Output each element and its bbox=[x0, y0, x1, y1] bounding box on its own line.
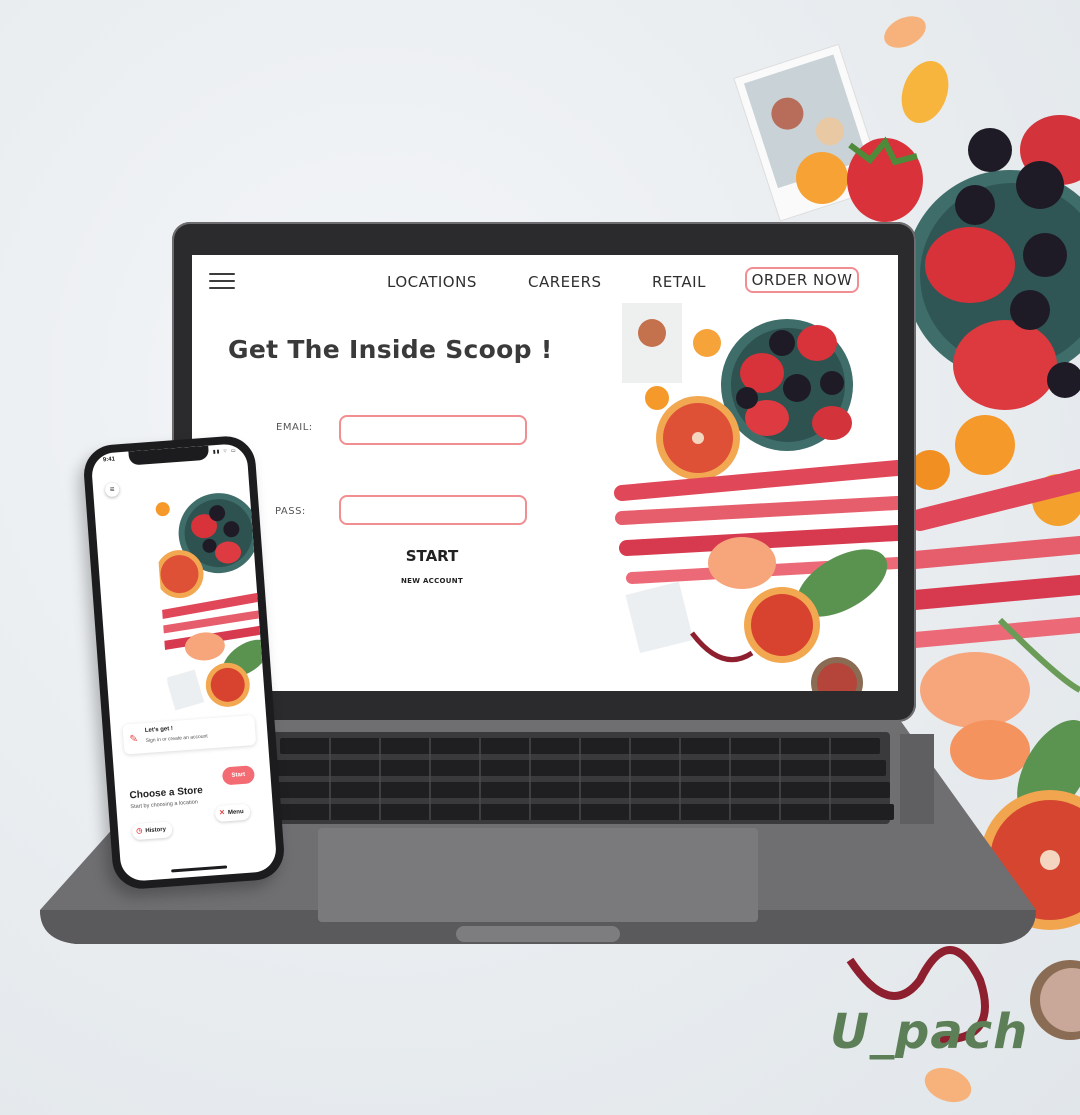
menu-button[interactable]: ✕ Menu bbox=[214, 803, 251, 823]
history-button[interactable]: ◷ History bbox=[131, 821, 173, 841]
start-button[interactable]: START bbox=[382, 547, 482, 565]
history-label: History bbox=[145, 826, 167, 835]
utensils-icon: ✕ bbox=[218, 809, 226, 817]
clock-icon: ◷ bbox=[135, 827, 143, 835]
new-account-link[interactable]: NEW ACCOUNT bbox=[382, 577, 482, 585]
sign-in-card[interactable]: ✎ Let's get ! Sign in or create an accou… bbox=[122, 715, 257, 755]
nav-link-locations[interactable]: LOCATIONS bbox=[387, 273, 477, 291]
email-field[interactable] bbox=[339, 415, 527, 445]
laptop-screen: LOCATIONS CAREERS RETAIL ORDER NOW Get T… bbox=[192, 255, 898, 691]
pass-label: PASS: bbox=[275, 506, 306, 517]
choose-store-subtitle: Start by choosing a location bbox=[130, 799, 199, 811]
order-now-button[interactable]: ORDER NOW bbox=[745, 267, 859, 293]
home-indicator bbox=[171, 865, 228, 873]
phone-screen: 9:41 ▮▮ ⌔ ▭ ≡ ✎ Let's get ! Sign in or c… bbox=[90, 442, 278, 883]
password-field[interactable] bbox=[339, 495, 527, 525]
sign-in-card-subtitle: Sign in or create an account bbox=[145, 733, 208, 745]
phone-start-button[interactable]: Start bbox=[221, 765, 256, 786]
watermark-logo: U_pach bbox=[830, 1004, 1029, 1060]
nav-link-careers[interactable]: CAREERS bbox=[528, 273, 602, 291]
status-time: 9:41 bbox=[102, 456, 116, 464]
pencil-icon: ✎ bbox=[129, 733, 139, 746]
hero-food-image bbox=[614, 303, 898, 691]
hamburger-menu-icon[interactable] bbox=[209, 273, 235, 291]
email-label: EMAIL: bbox=[276, 422, 313, 433]
phone-device: 9:41 ▮▮ ⌔ ▭ ≡ ✎ Let's get ! Sign in or c… bbox=[81, 434, 287, 891]
menu-label: Menu bbox=[227, 809, 244, 817]
status-icons: ▮▮ ⌔ ▭ bbox=[212, 447, 237, 456]
phone-hero-food-image bbox=[155, 493, 266, 711]
phone-menu-icon[interactable]: ≡ bbox=[104, 482, 120, 498]
page-title: Get The Inside Scoop ! bbox=[228, 335, 553, 364]
nav-link-retail[interactable]: RETAIL bbox=[652, 273, 706, 291]
sign-in-card-title: Let's get ! bbox=[144, 725, 174, 735]
